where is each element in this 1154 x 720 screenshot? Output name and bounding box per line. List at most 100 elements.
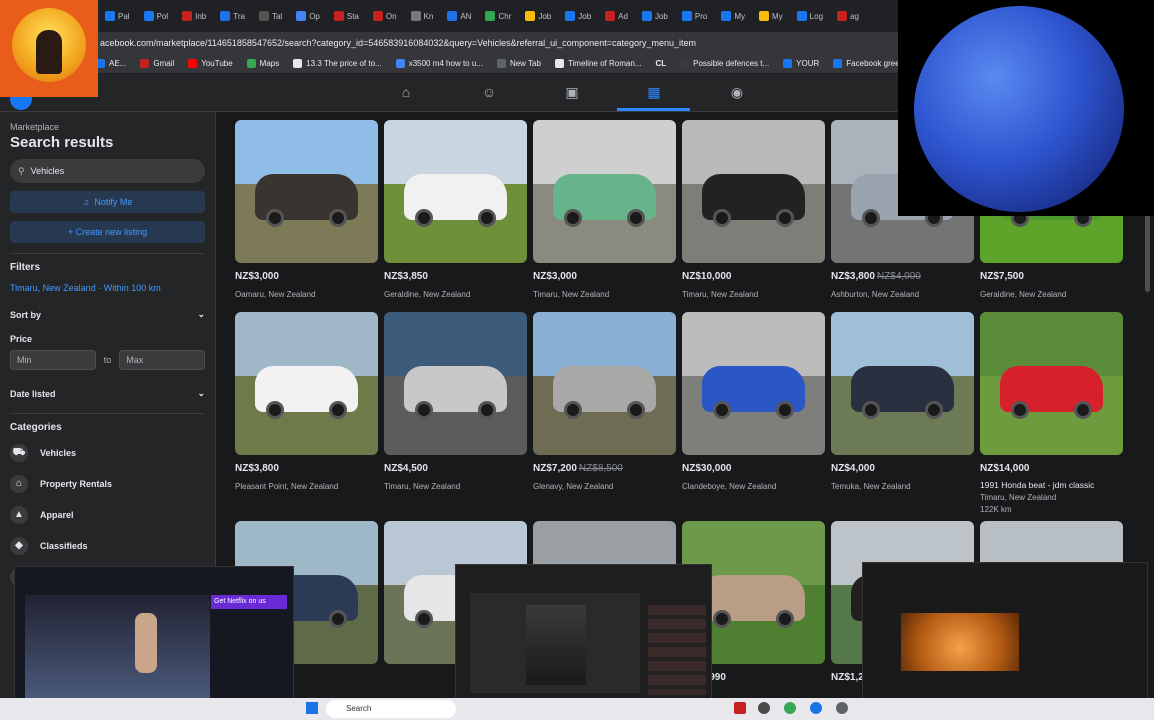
search-value: Vehicles — [30, 166, 65, 176]
bookmark-item[interactable]: YouTube — [188, 59, 233, 68]
browser-tab[interactable]: AN — [442, 5, 476, 27]
browser-tab[interactable]: Job — [560, 5, 596, 27]
sort-by-dropdown[interactable]: Sort by ⌄ — [10, 309, 205, 320]
wheel-shape — [925, 400, 944, 419]
bookmark-favicon-icon — [140, 59, 150, 68]
category-item[interactable]: ◆ Classifieds — [10, 530, 205, 561]
bookmark-item[interactable]: YOUR — [783, 59, 819, 68]
video-thumbnail-dance[interactable] — [455, 564, 712, 704]
browser-tab[interactable]: Chr — [480, 5, 516, 27]
create-listing-label: + Create new listing — [67, 227, 148, 237]
browser-tab[interactable]: Ad — [600, 5, 633, 27]
app-icon[interactable] — [734, 702, 746, 714]
listing-card[interactable]: NZ$10,000 Timaru, New Zealand — [682, 120, 825, 299]
tab-label: ag — [850, 11, 859, 21]
listing-card[interactable]: NZ$7,200 NZ$8,500 Glenavy, New Zealand — [533, 312, 676, 491]
browser-tab[interactable]: Op — [291, 5, 325, 27]
news-studio-image — [25, 595, 210, 699]
browser-tab[interactable]: Job — [637, 5, 673, 27]
browser-tab[interactable]: Pol — [139, 5, 174, 27]
notify-me-button[interactable]: ♫ Notify Me — [10, 191, 205, 213]
bookmark-favicon-icon — [293, 59, 303, 68]
wheel-shape — [329, 208, 348, 227]
listing-location: Ashburton, New Zealand — [831, 290, 920, 299]
location-filter[interactable]: Timaru, New Zealand · Within 100 km — [10, 283, 205, 293]
presenter-figure — [135, 613, 157, 673]
taskbar-search[interactable]: Search — [326, 700, 456, 718]
browser-tab[interactable]: Tra — [215, 5, 250, 27]
app-icon[interactable] — [758, 702, 770, 714]
price-value: NZ$4,000 — [831, 463, 875, 474]
listing-card[interactable]: NZ$3,000 Timaru, New Zealand — [533, 120, 676, 299]
bookmark-item[interactable]: New Tab — [496, 59, 541, 68]
settings-icon[interactable] — [836, 702, 848, 714]
listing-card[interactable]: NZ$30,000 Clandeboye, New Zealand — [682, 312, 825, 491]
browser-tab[interactable]: Sta — [329, 5, 364, 27]
browser-tab[interactable]: Log — [792, 5, 828, 27]
listing-card[interactable]: NZ$4,500 Timaru, New Zealand — [384, 312, 527, 491]
bookmark-item[interactable]: Possible defences t... — [680, 59, 769, 68]
tab-favicon-icon — [333, 11, 344, 21]
bookmark-label: Timeline of Roman... — [567, 59, 642, 68]
tab-label: Pro — [694, 11, 708, 21]
listing-card[interactable]: NZ$14,000 1991 Honda beat - jdm classic Ti… — [980, 312, 1123, 514]
scrollbar[interactable] — [1145, 212, 1150, 292]
listing-card[interactable]: NZ$4,000 Temuka, New Zealand — [831, 312, 974, 491]
browser-tab[interactable]: My — [716, 5, 750, 27]
listing-location: Glenavy, New Zealand — [533, 482, 614, 491]
listing-card[interactable]: NZ$3,850 Geraldine, New Zealand — [384, 120, 527, 299]
tab-favicon-icon — [182, 11, 193, 21]
video-thumbnail-news[interactable]: Get Netflix on us — [14, 566, 294, 712]
marketplace-icon[interactable]: ▦ — [644, 82, 664, 102]
min-price-input[interactable]: Min — [10, 350, 96, 370]
tab-favicon-icon — [410, 11, 421, 21]
bookmark-label: New Tab — [509, 59, 541, 68]
listing-card[interactable]: NZ$3,000 Oamaru, New Zealand — [235, 120, 378, 299]
search-input[interactable]: ⚲ Vehicles — [10, 159, 205, 183]
bookmark-favicon-icon — [554, 59, 564, 68]
browser-tab[interactable]: Job — [520, 5, 556, 27]
bookmark-item[interactable]: Timeline of Roman... — [554, 59, 642, 68]
listing-card[interactable]: NZ$3,800 Pleasant Point, New Zealand — [235, 312, 378, 491]
windows-start-icon[interactable] — [306, 702, 318, 714]
browser-tab-strip: Pal Pol Inb Tra Tal Op Sta On Kn AN Chr Job Job Ad Job… — [0, 0, 898, 32]
browser-tab[interactable]: Pro — [677, 5, 712, 27]
browser-tab[interactable]: Pal — [100, 5, 135, 27]
create-listing-button[interactable]: + Create new listing — [10, 221, 205, 243]
video-thumbnail-stream[interactable] — [862, 562, 1148, 710]
browser-tab[interactable]: Inb — [177, 5, 211, 27]
listing-photo — [533, 120, 676, 263]
browser-tab[interactable]: Tal — [254, 5, 287, 27]
max-price-input[interactable]: Max — [119, 350, 205, 370]
netflix-promo[interactable]: Get Netflix on us — [211, 595, 287, 609]
category-item[interactable]: ⌂ Property Rentals — [10, 468, 205, 499]
app-icon[interactable] — [784, 702, 796, 714]
bookmark-item[interactable]: 13.3 The price of to... — [293, 59, 382, 68]
bookmark-item[interactable]: Gmail — [140, 59, 174, 68]
bookmark-item[interactable]: x3500 m4 how to u... — [395, 59, 483, 68]
bookmark-folder-label[interactable]: CL — [655, 59, 666, 68]
category-item[interactable]: ⛟ Vehicles — [10, 437, 205, 468]
gaming-icon[interactable]: ◉ — [727, 82, 747, 102]
date-listed-dropdown[interactable]: Date listed ⌄ — [10, 388, 205, 399]
bookmark-item[interactable]: AE... — [96, 59, 126, 68]
listing-location: Timaru, New Zealand — [682, 290, 759, 299]
browser-tab[interactable]: ag — [832, 5, 864, 27]
browser-tab[interactable]: Kn — [406, 5, 439, 27]
bookmark-label: Facebook green party — [846, 59, 898, 68]
category-item[interactable]: ▲ Apparel — [10, 499, 205, 530]
home-icon[interactable]: ⌂ — [396, 82, 416, 102]
bookmark-item[interactable]: Facebook green party — [833, 59, 898, 68]
bookmark-label: x3500 m4 how to u... — [408, 59, 483, 68]
browser-tab[interactable]: My — [754, 5, 788, 27]
calendar-icon[interactable]: ▣ — [562, 82, 582, 102]
app-icon[interactable] — [810, 702, 822, 714]
tab-label: Job — [654, 11, 668, 21]
address-bar[interactable]: acebook.com/marketplace/114651858547652/… — [0, 32, 898, 54]
search-icon: ⚲ — [18, 165, 25, 176]
wheel-shape — [776, 609, 795, 628]
to-label: to — [103, 355, 112, 365]
bookmark-item[interactable]: Maps — [246, 59, 279, 68]
friends-icon[interactable]: ☺ — [479, 82, 499, 102]
browser-tab[interactable]: On — [368, 5, 402, 27]
